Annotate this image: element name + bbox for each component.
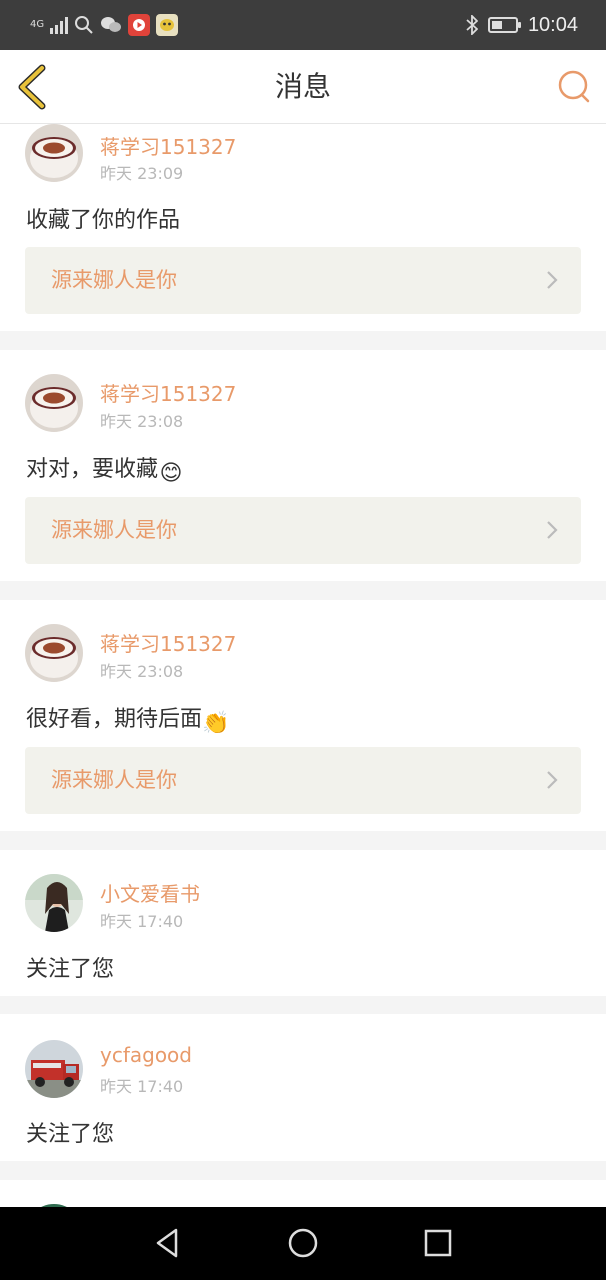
back-triangle-icon[interactable]	[150, 1225, 186, 1261]
message-card: 小文爱看书 昨天 17:40 关注了您	[0, 850, 606, 996]
video-app-icon	[128, 14, 151, 36]
battery-level	[491, 21, 502, 29]
work-title: 源来娜人是你	[51, 768, 177, 792]
message-card	[0, 1180, 606, 1207]
message-text-content: 很好看，期待后面	[26, 707, 203, 732]
message-text: 收藏了你的作品	[26, 202, 180, 234]
bluetooth-icon	[466, 15, 478, 35]
message-text-content: 关注了您	[26, 957, 115, 982]
message-username[interactable]: 蒋学习151327	[100, 378, 236, 407]
app-header: 消息	[0, 50, 606, 124]
message-list: 蒋学习151327 昨天 23:09 收藏了你的作品 源来娜人是你 蒋学习151…	[0, 124, 606, 1207]
message-card: ycfagood 昨天 17:40 关注了您	[0, 1014, 606, 1161]
work-title: 源来娜人是你	[51, 268, 177, 292]
message-username[interactable]: 蒋学习151327	[100, 628, 236, 657]
system-nav-bar	[0, 1207, 606, 1280]
game-app-icon	[156, 14, 179, 36]
home-circle-icon[interactable]	[285, 1225, 321, 1261]
recents-square-icon[interactable]	[420, 1225, 456, 1261]
message-time: 昨天 23:09	[100, 164, 184, 183]
message-text-content: 收藏了你的作品	[26, 208, 181, 233]
smile-emoji-icon: 😊	[159, 461, 183, 486]
search-icon[interactable]	[556, 69, 592, 105]
work-link[interactable]: 源来娜人是你	[25, 497, 581, 564]
search-icon	[75, 16, 93, 34]
chevron-right-icon	[547, 521, 558, 539]
coffee-cup-avatar[interactable]	[25, 624, 83, 682]
work-link[interactable]: 源来娜人是你	[25, 747, 581, 814]
message-time: 昨天 17:40	[100, 912, 184, 931]
message-username[interactable]: ycfagood	[100, 1043, 192, 1067]
page-title: 消息	[274, 70, 331, 103]
coffee-cup-avatar[interactable]	[25, 124, 83, 182]
message-text: 很好看，期待后面👏	[26, 701, 230, 737]
chevron-right-icon	[547, 771, 558, 789]
status-left: 4G	[30, 12, 179, 38]
message-time: 昨天 23:08	[100, 662, 184, 681]
message-card: 蒋学习151327 昨天 23:09 收藏了你的作品 源来娜人是你	[0, 124, 606, 331]
message-time: 昨天 23:08	[100, 412, 184, 431]
message-username[interactable]: 小文爱看书	[100, 878, 200, 907]
clap-emoji-icon: 👏	[202, 711, 230, 736]
fire-truck-avatar[interactable]	[25, 1040, 83, 1098]
wechat-icon	[101, 17, 122, 32]
coffee-cup-avatar[interactable]	[25, 374, 83, 432]
status-right: 10:04	[466, 12, 578, 38]
chevron-left-icon[interactable]	[14, 64, 54, 110]
message-text: 关注了您	[26, 951, 114, 983]
person-photo-avatar[interactable]	[25, 874, 83, 932]
message-time: 昨天 17:40	[100, 1077, 184, 1096]
work-title: 源来娜人是你	[51, 518, 177, 542]
chevron-right-icon	[547, 271, 558, 289]
message-text-content: 关注了您	[26, 1122, 115, 1147]
message-username[interactable]: 蒋学习151327	[100, 131, 236, 160]
signal-icon	[50, 16, 69, 34]
message-card: 蒋学习151327 昨天 23:08 对对，要收藏😊 源来娜人是你	[0, 350, 606, 581]
work-link[interactable]: 源来娜人是你	[25, 247, 581, 314]
battery-icon	[487, 17, 521, 33]
message-text: 对对，要收藏😊	[26, 451, 184, 487]
status-bar: 4G 10:04	[0, 0, 606, 50]
message-card: 蒋学习151327 昨天 23:08 很好看，期待后面👏 源来娜人是你	[0, 600, 606, 831]
network-type: 4G	[30, 19, 45, 30]
message-text-content: 对对，要收藏	[26, 457, 159, 482]
clock: 10:04	[527, 13, 578, 36]
message-text: 关注了您	[26, 1116, 114, 1148]
